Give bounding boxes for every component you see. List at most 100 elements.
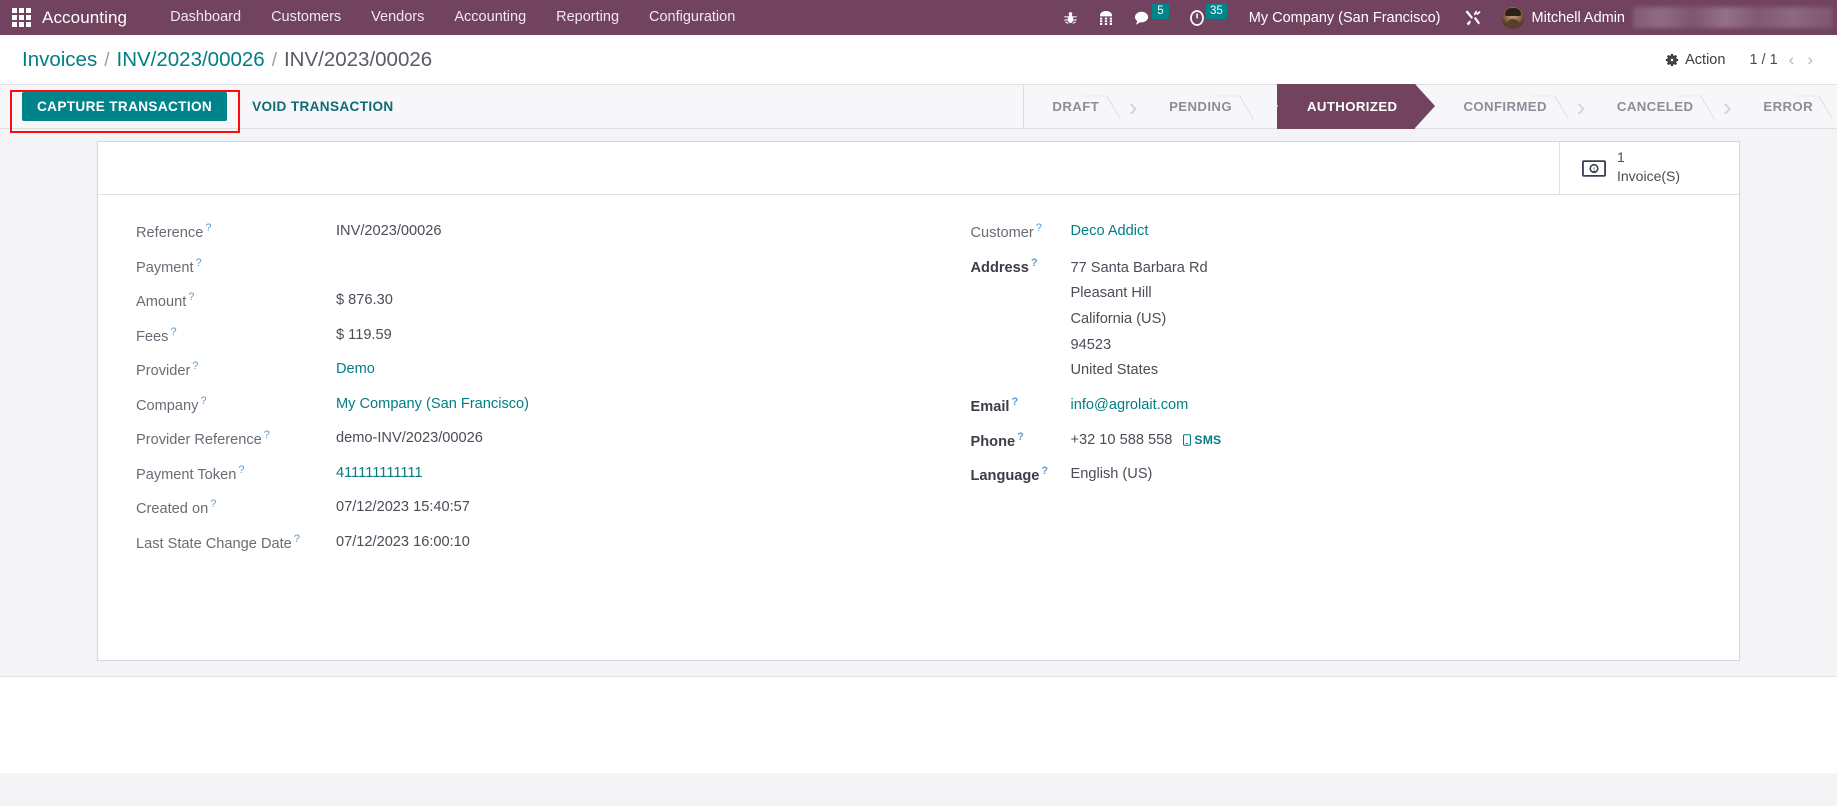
label-text: Provider Reference: [136, 431, 262, 448]
company-switcher[interactable]: My Company (San Francisco): [1237, 10, 1453, 26]
field-value-company[interactable]: My Company (San Francisco): [336, 394, 529, 415]
status-stage-authorized[interactable]: AUTHORIZED: [1277, 84, 1416, 129]
bug-icon: [1064, 11, 1077, 24]
action-menu-button[interactable]: Action: [1659, 49, 1731, 71]
tooltip-icon[interactable]: ?: [192, 360, 198, 372]
label-text: Last State Change Date: [136, 535, 292, 552]
breadcrumb-item-parent[interactable]: INV/2023/00026: [117, 48, 265, 72]
form-action-buttons: CAPTURE TRANSACTION VOID TRANSACTION: [22, 92, 409, 121]
grid-apps-icon: [11, 8, 31, 27]
field-value-amount: $ 876.30: [336, 292, 393, 309]
tools-menu-button[interactable]: [1453, 0, 1492, 35]
field-label-customer: Customer?: [971, 221, 1071, 244]
tooltip-icon[interactable]: ?: [264, 429, 270, 441]
tooltip-icon[interactable]: ?: [238, 464, 244, 476]
tooltip-icon[interactable]: ?: [170, 326, 176, 338]
field-label-reference: Reference?: [136, 221, 336, 244]
tooltip-icon[interactable]: ?: [1036, 222, 1042, 234]
field-label-language: Language?: [971, 464, 1071, 487]
field-row-provider: Provider? Demo: [136, 359, 895, 382]
label-text: Amount: [136, 293, 187, 310]
capture-transaction-button[interactable]: CAPTURE TRANSACTION: [22, 92, 228, 121]
status-stage-error[interactable]: ERROR: [1735, 84, 1837, 129]
main-menu: Dashboard Customers Vendors Accounting R…: [155, 0, 750, 35]
address-line: United States: [1070, 362, 1159, 379]
breadcrumb-item-invoices[interactable]: Invoices: [22, 48, 97, 72]
user-avatar[interactable]: [1501, 6, 1524, 29]
control-panel-top: Invoices / INV/2023/00026 / INV/2023/000…: [0, 35, 1837, 84]
messaging-menu-button[interactable]: 5: [1124, 0, 1179, 35]
menu-item-configuration[interactable]: Configuration: [634, 0, 750, 35]
app-brand-name[interactable]: Accounting: [42, 8, 155, 28]
field-label-email: Email?: [971, 395, 1071, 418]
menu-item-accounting[interactable]: Accounting: [439, 0, 541, 35]
field-value-phone[interactable]: +32 10 588 558: [1071, 430, 1173, 451]
user-menu-button[interactable]: Mitchell Admin: [1532, 10, 1625, 26]
status-stage-label: ERROR: [1763, 99, 1813, 114]
label-text: Created on: [136, 500, 209, 517]
tooltip-icon[interactable]: ?: [196, 257, 202, 269]
field-row-payment: Payment?: [136, 256, 895, 279]
breadcrumb: Invoices / INV/2023/00026 / INV/2023/000…: [22, 48, 432, 72]
chevron-right-icon: ›: [1576, 91, 1586, 122]
tooltip-icon[interactable]: ?: [1017, 431, 1024, 443]
field-label-company: Company?: [136, 394, 336, 417]
invoices-smart-label: Invoice(S): [1617, 168, 1681, 184]
status-stage-draft[interactable]: DRAFT: [1024, 84, 1125, 129]
field-label-phone: Phone?: [971, 430, 1071, 453]
field-value-payment-token[interactable]: 411111111111: [336, 463, 423, 484]
apps-menu-button[interactable]: [0, 0, 42, 35]
tooltip-icon[interactable]: ?: [1041, 465, 1048, 477]
field-value-provider[interactable]: Demo: [336, 359, 375, 380]
smart-button-text: 1 Invoice(S): [1617, 149, 1680, 187]
field-value-email[interactable]: info@agrolait.com: [1071, 395, 1189, 416]
voip-dialpad-button[interactable]: [1088, 0, 1124, 35]
field-row-amount: Amount? $ 876.30: [136, 290, 895, 313]
chevron-right-icon: ›: [1723, 91, 1732, 122]
field-row-phone: Phone? +32 10 588 558 SMS: [971, 430, 1716, 453]
activities-counter: 35: [1205, 4, 1227, 19]
void-transaction-button[interactable]: VOID TRANSACTION: [237, 92, 409, 121]
label-text: Fees: [136, 328, 169, 345]
menu-item-vendors[interactable]: Vendors: [356, 0, 439, 35]
tooltip-icon[interactable]: ?: [200, 395, 206, 407]
control-panel-right: Action 1 / 1 ‹ ›: [1659, 49, 1815, 71]
tooltip-icon[interactable]: ?: [294, 533, 300, 545]
field-value-created-on: 07/12/2023 15:40:57: [336, 499, 470, 516]
form-column-left: Reference? INV/2023/00026 Payment? Amoun…: [98, 221, 919, 566]
status-arrow-point: [1415, 84, 1436, 128]
sms-label: SMS: [1194, 432, 1222, 447]
tooltip-icon[interactable]: ?: [205, 222, 211, 234]
menu-item-dashboard[interactable]: Dashboard: [155, 0, 256, 35]
status-stage-pending[interactable]: PENDING: [1141, 84, 1258, 129]
pager-previous-button[interactable]: ‹: [1787, 51, 1797, 68]
menu-item-reporting[interactable]: Reporting: [541, 0, 634, 35]
status-stage-label: AUTHORIZED: [1307, 99, 1398, 114]
address-line: California (US): [1070, 310, 1167, 327]
field-row-reference: Reference? INV/2023/00026: [136, 221, 895, 244]
field-row-provider-reference: Provider Reference? demo-INV/2023/00026: [136, 428, 895, 451]
status-stage-confirmed[interactable]: CONFIRMED: [1435, 84, 1572, 129]
debug-manager-button[interactable]: [1053, 0, 1088, 35]
send-sms-button[interactable]: SMS: [1183, 432, 1221, 450]
menu-item-customers[interactable]: Customers: [256, 0, 356, 35]
tooltip-icon[interactable]: ?: [188, 291, 194, 303]
tooltip-icon[interactable]: ?: [1031, 257, 1038, 269]
pager-next-button[interactable]: ›: [1805, 51, 1815, 68]
tooltip-icon[interactable]: ?: [210, 498, 216, 510]
status-stage-canceled[interactable]: CANCELED: [1589, 84, 1719, 129]
invoices-count: 1: [1617, 149, 1625, 166]
activity-menu-button[interactable]: 35: [1179, 0, 1237, 35]
invoices-smart-button[interactable]: 1 1 Invoice(S): [1559, 142, 1739, 194]
field-row-customer: Customer? Deco Addict: [971, 221, 1716, 244]
field-value-phone-wrapper: +32 10 588 558 SMS: [1071, 430, 1222, 451]
label-text: Address: [970, 259, 1029, 276]
field-label-last-state-change-date: Last State Change Date?: [136, 532, 336, 555]
chevron-right-icon: ›: [1128, 91, 1138, 122]
tooltip-icon[interactable]: ?: [1011, 396, 1018, 408]
action-menu-label: Action: [1685, 51, 1726, 68]
breadcrumb-item-current: INV/2023/00026: [283, 47, 433, 71]
label-text: Payment: [136, 259, 194, 276]
redacted-region: [1633, 7, 1833, 28]
field-value-customer[interactable]: Deco Addict: [1071, 221, 1149, 242]
